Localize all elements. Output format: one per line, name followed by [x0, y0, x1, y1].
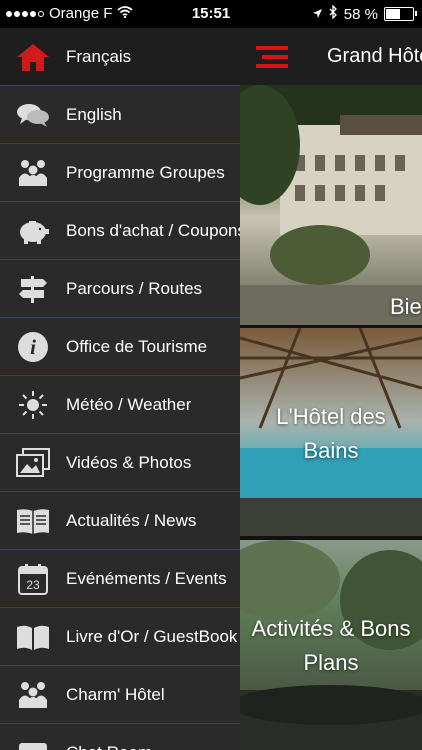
menu-item-label: Parcours / Routes	[66, 278, 203, 298]
menu-item[interactable]: i Office de Tourisme	[0, 318, 240, 376]
calendar-day-label: 23	[26, 578, 40, 592]
menu-item-label: Chat Room	[66, 743, 152, 750]
card-caption: Bienvenue	[390, 294, 422, 319]
battery-icon	[384, 7, 417, 21]
menu-item-label: Actualités / News	[66, 510, 197, 530]
menu-item[interactable]: Français	[0, 28, 240, 86]
menu-item-label: Office de Tourisme	[66, 336, 208, 356]
svg-text:i: i	[30, 335, 36, 359]
menu-item-label: Météo / Weather	[66, 394, 192, 414]
chat-icon	[0, 740, 66, 750]
content-card[interactable]: L'Hôtel des Bains	[240, 328, 422, 536]
battery-percent: 58 %	[343, 5, 378, 23]
hotel-photo	[240, 85, 422, 325]
main-content: Grand Hôtel Bienvenue	[240, 28, 422, 750]
menu-item-label: Charm' Hôtel	[66, 684, 165, 704]
photos-icon	[0, 447, 66, 478]
content-card[interactable]: Bienvenue	[240, 85, 422, 325]
menu-item-label: English	[66, 104, 122, 124]
chat-bubbles-icon	[0, 102, 66, 128]
menu-item-label: Bons d'achat / Coupons	[66, 220, 240, 240]
status-bar: Orange F 15:51 58 %	[0, 0, 422, 28]
bluetooth-icon	[329, 4, 338, 23]
menu-item[interactable]: English	[0, 86, 240, 144]
info-icon: i	[0, 331, 66, 363]
menu-item[interactable]: Bons d'achat / Coupons	[0, 202, 240, 260]
menu-item[interactable]: Météo / Weather	[0, 376, 240, 434]
book-icon	[0, 623, 66, 651]
calendar-icon: 23	[0, 563, 66, 595]
menu-item[interactable]: Programme Groupes	[0, 144, 240, 202]
menu-item-label: Programme Groupes	[66, 162, 225, 182]
menu-toggle-icon[interactable]	[256, 46, 288, 68]
signpost-icon	[0, 274, 66, 304]
menu-item[interactable]: Parcours / Routes	[0, 260, 240, 318]
menu-item[interactable]: Charm' Hôtel	[0, 666, 240, 724]
group-icon	[0, 158, 66, 188]
piggy-bank-icon	[0, 217, 66, 245]
house-icon	[0, 42, 66, 72]
menu-item-label: Livre d'Or / GuestBook	[66, 626, 238, 646]
page-title: Grand Hôtel	[327, 45, 422, 67]
menu-item-label: Evénéments / Events	[66, 568, 227, 588]
menu-item[interactable]: Actualités / News	[0, 492, 240, 550]
location-arrow-icon	[312, 6, 323, 23]
menu-item[interactable]: Livre d'Or / GuestBook	[0, 608, 240, 666]
side-menu: Français English Programme Groupes Bons d'a…	[0, 28, 240, 750]
menu-item-label: Vidéos & Photos	[66, 452, 192, 472]
card-caption: Activités & Bons Plans	[251, 616, 411, 675]
newspaper-icon	[0, 507, 66, 535]
menu-item[interactable]: 23 Evénéments / Events	[0, 550, 240, 608]
card-caption: L'Hôtel des Bains	[276, 404, 386, 463]
menu-item-label: Français	[66, 46, 132, 66]
menu-item[interactable]: Chat Room	[0, 724, 240, 750]
content-card[interactable]: Activités & Bons Plans	[240, 540, 422, 750]
group-icon	[0, 680, 66, 710]
sun-icon	[0, 390, 66, 420]
menu-item[interactable]: Vidéos & Photos	[0, 434, 240, 492]
content-header: Grand Hôtel	[240, 28, 422, 85]
